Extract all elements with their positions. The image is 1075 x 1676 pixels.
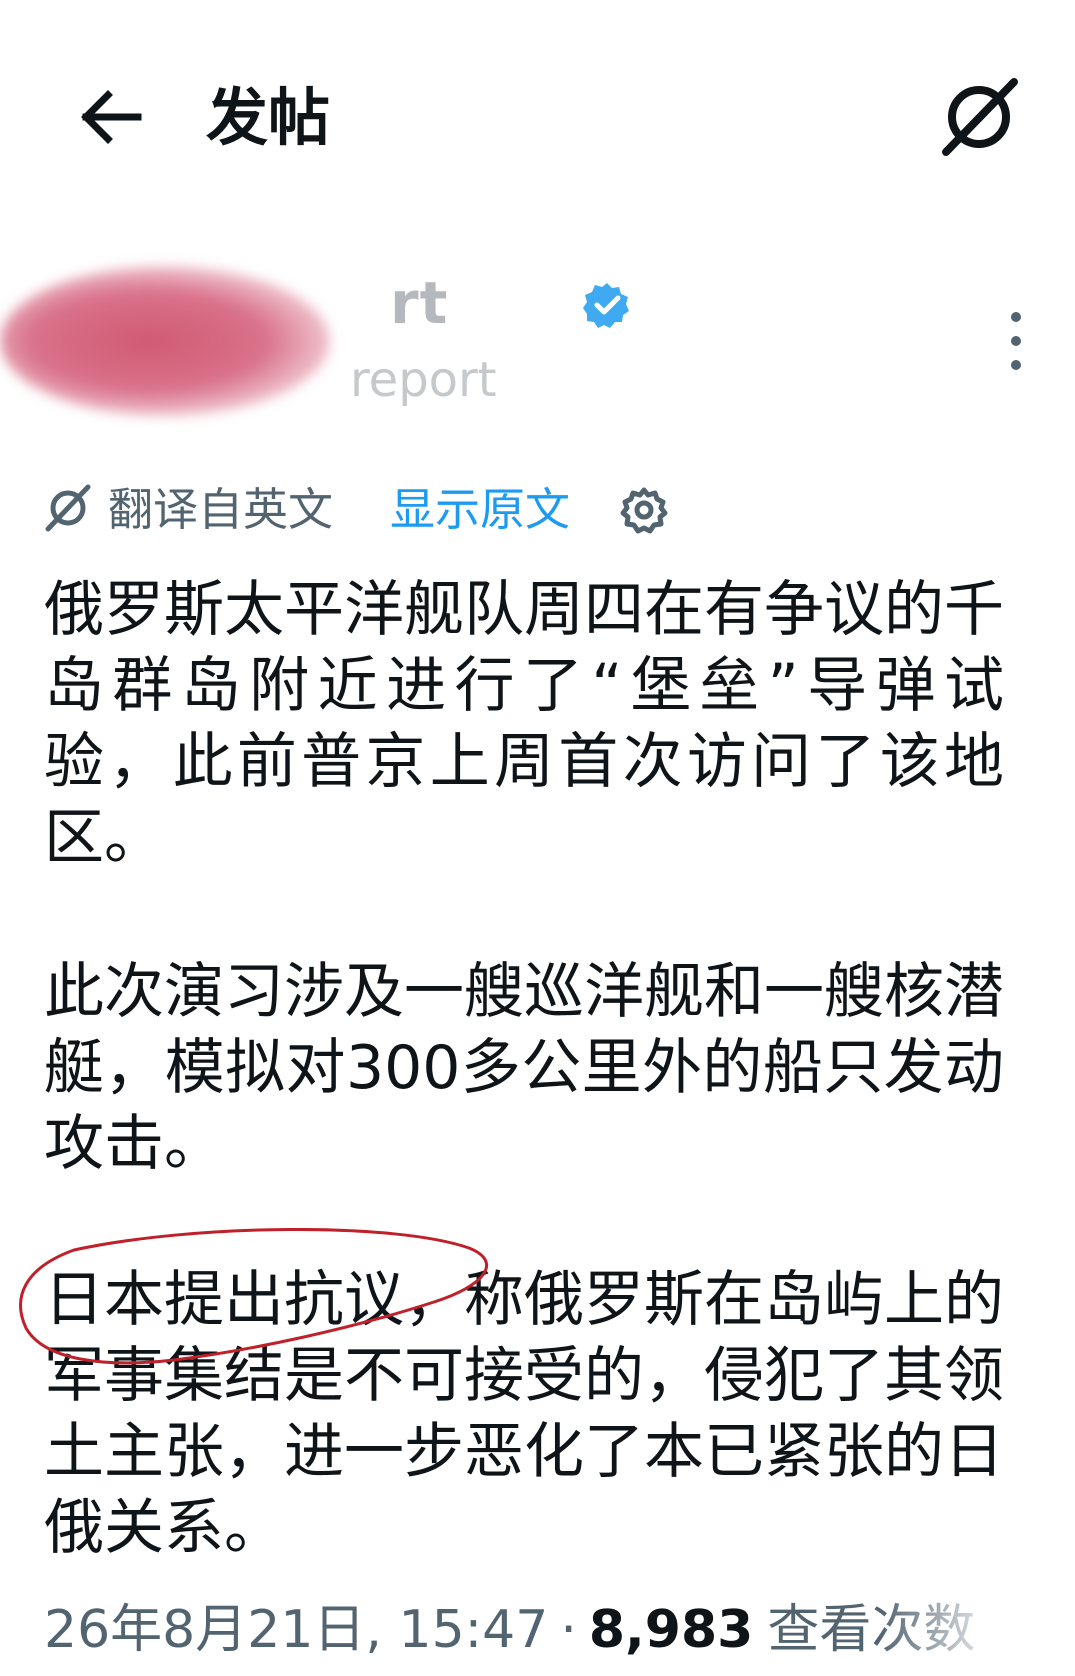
show-original-link[interactable]: 显示原文: [390, 478, 570, 542]
top-bar: 发帖: [0, 0, 1075, 230]
author-handle[interactable]: report: [350, 350, 497, 410]
post-paragraph: 日本提出抗议，称俄罗斯在岛屿上的军事集结是不可接受的，侵犯了其领土主张，进一步恶…: [44, 1265, 1004, 1563]
post-paragraph: 俄罗斯太平洋舰队周四在有争议的千岛群岛附近进行了“堡垒”导弹试验，此前普京上周首…: [44, 575, 1004, 873]
back-arrow-icon[interactable]: [78, 84, 144, 150]
post-meta: 26年8月21日, 15:47 · 8,983 查看次数: [44, 1594, 975, 1666]
translated-from-label: 翻译自英文: [108, 483, 334, 536]
grok-icon[interactable]: [938, 76, 1020, 158]
avatar[interactable]: [0, 266, 330, 416]
translation-bar: 翻译自英文 显示原文: [44, 478, 1044, 542]
post-timestamp[interactable]: 26年8月21日, 15:47: [44, 1600, 548, 1660]
grok-translate-icon: [45, 484, 91, 532]
meta-separator: ·: [560, 1600, 577, 1660]
more-options-icon[interactable]: [1000, 312, 1034, 372]
page-title: 发帖: [206, 81, 331, 154]
gear-icon[interactable]: [620, 486, 668, 534]
author-display-name[interactable]: rt: [390, 268, 448, 338]
verified-badge-icon: [583, 283, 629, 328]
watermark-overlay: [880, 1590, 1075, 1676]
views-count: 8,983: [588, 1600, 754, 1660]
post-paragraph: 此次演习涉及一艘巡洋舰和一艘核潜艇，模拟对300多公里外的船只发动攻击。: [44, 957, 1004, 1179]
